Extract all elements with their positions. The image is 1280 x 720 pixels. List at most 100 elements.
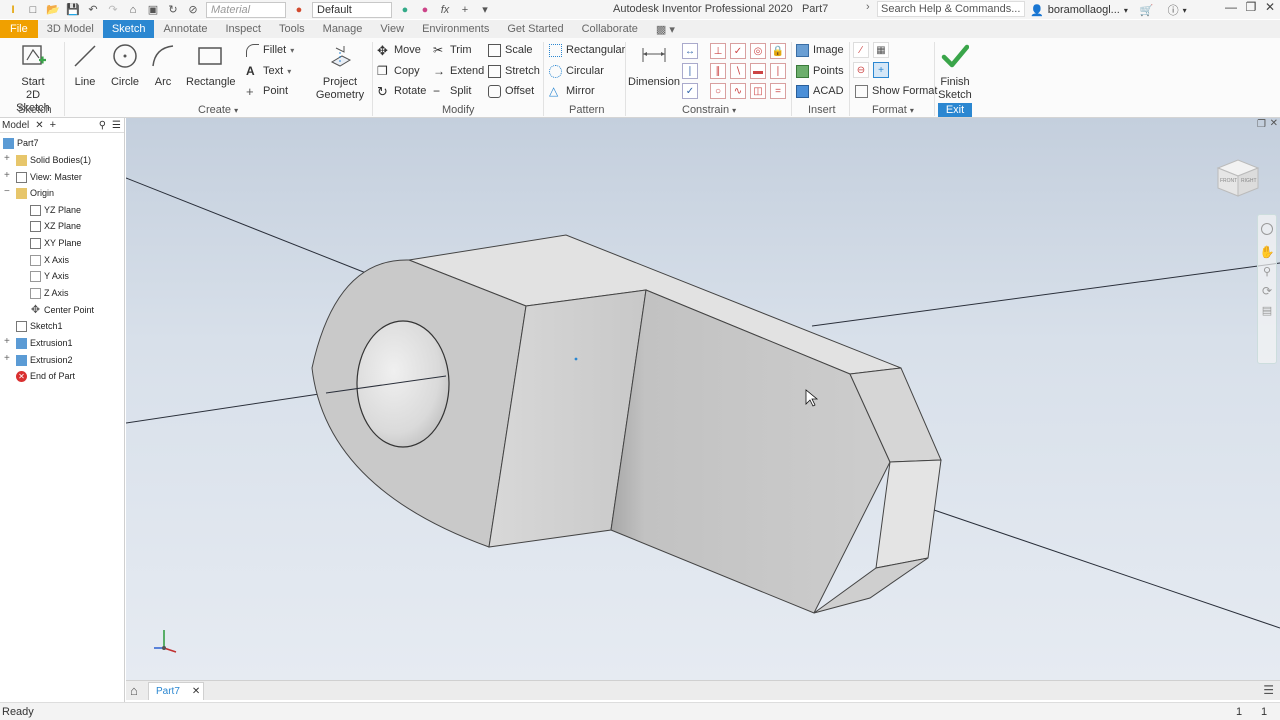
- minimize-icon[interactable]: —: [1220, 0, 1242, 14]
- tab-inspect[interactable]: Inspect: [217, 20, 270, 38]
- tree-item-z-axis[interactable]: Z Axis: [30, 286, 69, 300]
- expand-icon[interactable]: +: [4, 153, 10, 164]
- rectangular-pattern-button[interactable]: Rectangular: [549, 42, 625, 58]
- tree-item-y-axis[interactable]: Y Axis: [30, 269, 69, 283]
- show-format-button[interactable]: Show Format: [855, 83, 937, 99]
- plus-icon[interactable]: +: [458, 3, 472, 17]
- copy-button[interactable]: ❐ Copy: [377, 63, 420, 79]
- fix-constraint-icon[interactable]: 🔒: [770, 43, 786, 59]
- tab-sketch[interactable]: Sketch: [102, 20, 155, 38]
- circle-button[interactable]: Circle: [108, 42, 142, 89]
- chevron-right-icon[interactable]: ›: [866, 1, 870, 13]
- construction-icon[interactable]: ∕: [853, 42, 869, 58]
- constraint-settings-icon[interactable]: ✓: [682, 83, 698, 99]
- redo-icon[interactable]: ↷: [106, 3, 120, 17]
- smooth-constraint-icon[interactable]: ∿: [730, 83, 746, 99]
- tree-item-part[interactable]: Part7: [3, 136, 39, 150]
- viewport-close-icon[interactable]: ✕: [1270, 118, 1278, 129]
- rectangle-button[interactable]: Rectangle: [186, 42, 236, 89]
- orbit-icon[interactable]: ⟳: [1258, 284, 1276, 298]
- symmetric-constraint-icon[interactable]: ◫: [750, 83, 766, 99]
- point-button[interactable]: + Point: [246, 83, 288, 99]
- trim-button[interactable]: ✂ Trim: [433, 42, 472, 58]
- text-button[interactable]: A Text ▾: [246, 63, 291, 79]
- arc-button[interactable]: Arc: [148, 42, 178, 89]
- search-icon[interactable]: ⚲: [99, 120, 106, 131]
- customize-icon[interactable]: ▾: [478, 3, 492, 17]
- clear-appearance-icon[interactable]: ●: [418, 3, 432, 17]
- stop-icon[interactable]: ⊘: [186, 3, 200, 17]
- tree-item-solid-bodies[interactable]: Solid Bodies(1): [16, 153, 91, 167]
- ribbon-display-toggle[interactable]: ▩ ▾: [647, 20, 684, 38]
- collinear-constraint-icon[interactable]: ∖: [730, 63, 746, 79]
- project-geometry-button[interactable]: Project Geometry: [314, 42, 366, 102]
- horizontal-constraint-icon[interactable]: ▬: [750, 63, 766, 79]
- material-select[interactable]: Material: [206, 1, 286, 18]
- move-button[interactable]: ✥ Move: [377, 42, 421, 58]
- adjust-icon[interactable]: ●: [398, 3, 412, 17]
- help-dropdown-icon[interactable]: ▾: [1183, 6, 1187, 15]
- tab-environments[interactable]: Environments: [413, 20, 498, 38]
- graphics-viewport[interactable]: FRONT RIGHT ✋ ⚲ ⟳ ▤ ❐ ✕: [126, 118, 1280, 680]
- viewcube[interactable]: FRONT RIGHT: [1214, 156, 1262, 198]
- tangent-constraint-icon[interactable]: ○: [710, 83, 726, 99]
- tree-item-end-of-part[interactable]: ✕ End of Part: [16, 369, 75, 383]
- concentric-constraint-icon[interactable]: ◎: [750, 43, 766, 59]
- offset-button[interactable]: Offset: [488, 83, 534, 99]
- panel-label-format[interactable]: Format ▾: [872, 104, 914, 116]
- dimension-button[interactable]: Dimension: [628, 42, 680, 89]
- expand-icon[interactable]: +: [4, 336, 10, 347]
- tree-item-sketch1[interactable]: Sketch1: [16, 319, 63, 333]
- tab-manage[interactable]: Manage: [314, 20, 372, 38]
- cart-icon[interactable]: 🛒: [1140, 4, 1154, 17]
- update-icon[interactable]: ↻: [166, 3, 180, 17]
- tree-item-x-axis[interactable]: X Axis: [30, 253, 69, 267]
- stretch-button[interactable]: Stretch: [488, 63, 540, 79]
- scale-button[interactable]: Scale: [488, 42, 533, 58]
- open-file-icon[interactable]: 📂: [46, 3, 60, 17]
- close-icon[interactable]: ✕: [1259, 0, 1280, 14]
- equal-constraint-icon[interactable]: =: [770, 83, 786, 99]
- appearance-icon[interactable]: ●: [292, 3, 306, 17]
- tree-item-xz-plane[interactable]: XZ Plane: [30, 219, 81, 233]
- steering-wheel-icon[interactable]: [1261, 223, 1273, 235]
- model-canvas[interactable]: [126, 118, 1280, 680]
- parallel-constraint-icon[interactable]: ∥: [710, 63, 726, 79]
- tab-menu-icon[interactable]: ☰: [1263, 683, 1274, 697]
- tree-item-extrusion1[interactable]: Extrusion1: [16, 336, 73, 350]
- document-tab-part7[interactable]: Part7 ✕: [148, 682, 204, 700]
- collapse-icon[interactable]: −: [4, 186, 10, 197]
- auto-dimension-icon[interactable]: ↔: [682, 43, 698, 59]
- image-button[interactable]: Image: [796, 42, 844, 58]
- rotate-button[interactable]: ↻ Rotate: [377, 83, 426, 99]
- acad-button[interactable]: ACAD: [796, 83, 844, 99]
- close-tab-icon[interactable]: ✕: [192, 686, 200, 697]
- panel-label-constrain[interactable]: Constrain ▾: [682, 104, 736, 116]
- add-tab-icon[interactable]: +: [50, 119, 56, 131]
- new-file-icon[interactable]: □: [26, 3, 40, 17]
- help-icon[interactable]: ⓘ: [1168, 2, 1179, 18]
- tree-item-extrusion2[interactable]: Extrusion2: [16, 353, 73, 367]
- tab-file[interactable]: File: [0, 20, 38, 38]
- tab-annotate[interactable]: Annotate: [154, 20, 216, 38]
- menu-icon[interactable]: ☰: [112, 120, 121, 131]
- home-icon[interactable]: ⌂: [130, 683, 138, 698]
- zoom-icon[interactable]: ⚲: [1258, 265, 1276, 278]
- tree-item-origin[interactable]: Origin: [16, 186, 54, 200]
- circular-pattern-button[interactable]: Circular: [549, 63, 604, 79]
- line-button[interactable]: Line: [70, 42, 100, 89]
- undo-icon[interactable]: ↶: [86, 3, 100, 17]
- expand-icon[interactable]: +: [4, 170, 10, 181]
- centerline-icon[interactable]: ▦: [873, 42, 889, 58]
- fillet-button[interactable]: Fillet ▾: [246, 42, 294, 58]
- driven-dimension-icon[interactable]: +: [873, 62, 889, 78]
- split-button[interactable]: − Split: [433, 83, 471, 99]
- tree-item-yz-plane[interactable]: YZ Plane: [30, 203, 81, 217]
- tree-item-view-master[interactable]: View: Master: [16, 170, 82, 184]
- tab-collaborate[interactable]: Collaborate: [573, 20, 647, 38]
- perpendicular-constraint-icon[interactable]: ⊥: [710, 43, 726, 59]
- tab-view[interactable]: View: [371, 20, 413, 38]
- center-point-icon[interactable]: ⊖: [853, 62, 869, 78]
- close-icon[interactable]: ✕: [35, 120, 43, 131]
- finish-sketch-button[interactable]: Finish Sketch: [936, 42, 974, 102]
